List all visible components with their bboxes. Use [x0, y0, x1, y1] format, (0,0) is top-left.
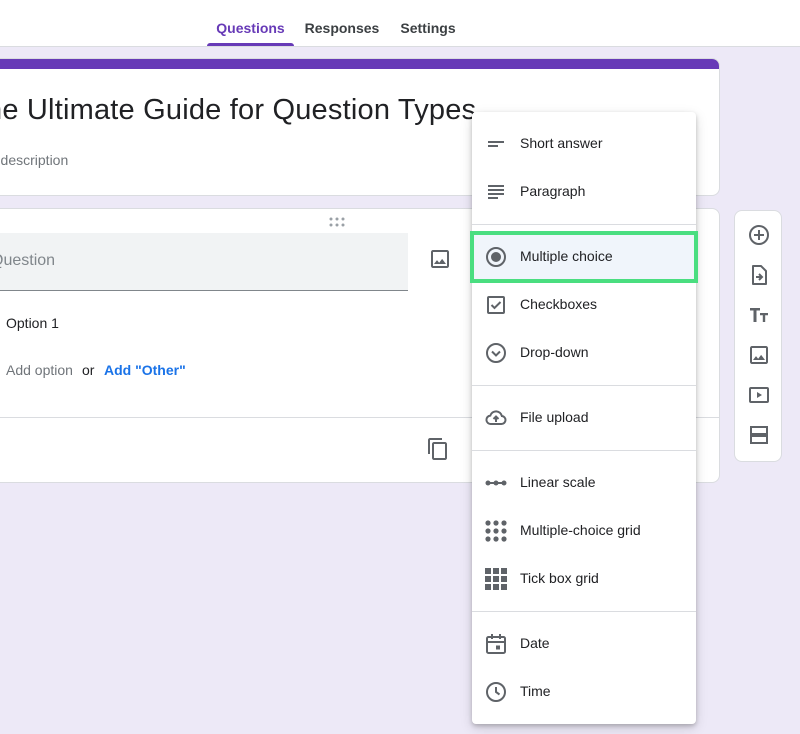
radio-button-icon [484, 245, 508, 269]
menu-item-label: Checkboxes [520, 296, 598, 312]
add-option-link[interactable]: Add option [6, 362, 73, 378]
question-placeholder: Question [0, 252, 56, 269]
menu-item-time[interactable]: Time [472, 668, 696, 716]
linear-scale-icon [484, 471, 508, 495]
duplicate-icon[interactable] [426, 437, 450, 461]
tab-questions[interactable]: Questions [207, 0, 294, 46]
question-type-menu: Short answer Paragraph Multiple choice C… [470, 112, 698, 724]
menu-item-file-upload[interactable]: File upload [472, 394, 696, 442]
menu-item-label: Time [520, 683, 551, 699]
menu-item-label: Linear scale [520, 474, 596, 490]
form-description[interactable]: m description [0, 152, 68, 168]
tab-settings[interactable]: Settings [392, 0, 464, 46]
drag-handle-icon[interactable] [329, 217, 345, 227]
menu-divider [472, 385, 696, 386]
import-questions-icon[interactable] [747, 263, 771, 287]
or-text: or [82, 362, 95, 378]
short-answer-icon [484, 132, 508, 156]
add-question-icon[interactable] [747, 223, 771, 247]
side-toolbar [734, 210, 782, 462]
menu-item-checkboxes[interactable]: Checkboxes [472, 281, 696, 329]
option-1-label[interactable]: Option 1 [6, 315, 59, 331]
menu-item-label: Paragraph [520, 183, 586, 199]
cloud-upload-icon [484, 406, 508, 430]
top-bar: Questions Responses Settings [0, 0, 800, 47]
menu-item-short-answer[interactable]: Short answer [472, 120, 696, 168]
paragraph-icon [484, 180, 508, 204]
menu-item-label: Date [520, 635, 550, 651]
dropdown-circle-icon [484, 341, 508, 365]
add-other-link[interactable]: Add "Other" [104, 362, 186, 378]
menu-divider [472, 450, 696, 451]
add-video-icon[interactable] [747, 383, 771, 407]
title-card-accent-stripe [0, 59, 719, 69]
menu-item-drop-down[interactable]: Drop-down [472, 329, 696, 377]
add-image-tool-icon[interactable] [747, 343, 771, 367]
active-tab-indicator [207, 43, 294, 46]
dot-grid-icon [484, 519, 508, 543]
calendar-icon [484, 632, 508, 656]
menu-item-label: Drop-down [520, 344, 589, 360]
menu-item-label: Multiple-choice grid [520, 522, 641, 538]
menu-item-label: Tick box grid [520, 570, 599, 586]
menu-divider [472, 224, 696, 225]
add-section-icon[interactable] [747, 423, 771, 447]
menu-item-paragraph[interactable]: Paragraph [472, 168, 696, 216]
tab-responses[interactable]: Responses [298, 0, 386, 46]
clock-icon [484, 680, 508, 704]
checkbox-icon [484, 293, 508, 317]
menu-item-tick-box-grid[interactable]: Tick box grid [472, 555, 696, 603]
menu-item-label: Short answer [520, 135, 603, 151]
menu-item-label: Multiple choice [520, 248, 613, 264]
menu-divider [472, 611, 696, 612]
menu-item-label: File upload [520, 409, 589, 425]
menu-item-multiple-choice[interactable]: Multiple choice [470, 231, 698, 283]
add-image-icon[interactable] [428, 247, 452, 271]
add-title-icon[interactable] [747, 303, 771, 327]
menu-item-date[interactable]: Date [472, 620, 696, 668]
square-grid-icon [484, 567, 508, 591]
question-input[interactable]: Question [0, 233, 408, 291]
menu-item-linear-scale[interactable]: Linear scale [472, 459, 696, 507]
menu-item-multiple-choice-grid[interactable]: Multiple-choice grid [472, 507, 696, 555]
form-title[interactable]: he Ultimate Guide for Question Types [0, 94, 476, 127]
